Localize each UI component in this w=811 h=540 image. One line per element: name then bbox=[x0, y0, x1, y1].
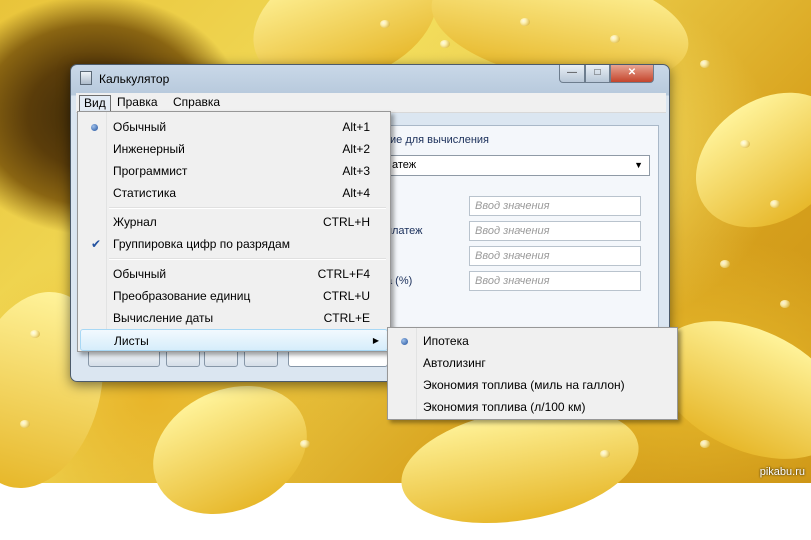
calculation-select-value: атеж bbox=[392, 159, 417, 171]
submenu-item-fuel-economy-l100km[interactable]: Экономия топлива (л/100 км) bbox=[390, 396, 675, 418]
water-drop bbox=[300, 440, 310, 448]
radio-dot-icon bbox=[91, 124, 98, 131]
checkmark-icon: ✔ bbox=[90, 237, 102, 251]
menu-item-label: Журнал bbox=[113, 215, 157, 229]
value-input[interactable]: Ввод значения bbox=[469, 271, 641, 291]
water-drop bbox=[770, 200, 780, 208]
petal bbox=[132, 361, 328, 539]
water-drop bbox=[700, 440, 710, 448]
menu-item-label: Ипотека bbox=[423, 334, 469, 348]
menu-item-shortcut: Alt+3 bbox=[342, 164, 370, 178]
menu-item-date-calculation[interactable]: Вычисление даты CTRL+E bbox=[80, 307, 388, 329]
menu-item-basic[interactable]: Обычный Alt+1 bbox=[80, 116, 388, 138]
watermark: pikabu.ru bbox=[759, 466, 805, 478]
menu-item-shortcut: Alt+2 bbox=[342, 142, 370, 156]
title-bar[interactable]: Калькулятор — □ ✕ bbox=[71, 65, 669, 91]
water-drop bbox=[20, 420, 30, 428]
water-drop bbox=[610, 35, 620, 43]
menu-item-digit-grouping[interactable]: ✔ Группировка цифр по разрядам bbox=[80, 233, 388, 255]
water-drop bbox=[740, 140, 750, 148]
menu-item-shortcut: Alt+4 bbox=[342, 186, 370, 200]
menu-item-label: Обычный bbox=[113, 120, 167, 134]
water-drop bbox=[720, 260, 730, 268]
calculator-icon bbox=[80, 71, 92, 85]
menu-item-shortcut: Alt+1 bbox=[342, 120, 370, 134]
menu-item-unit-conversion[interactable]: Преобразование единиц CTRL+U bbox=[80, 285, 388, 307]
menu-item-label: Преобразование единиц bbox=[113, 289, 251, 303]
dropdown-arrow-icon: ▼ bbox=[634, 160, 643, 170]
value-input[interactable]: Ввод значения bbox=[469, 196, 641, 216]
menu-item-worksheets[interactable]: Листы ▶ bbox=[80, 329, 388, 351]
radio-dot-icon bbox=[401, 338, 408, 345]
worksheet-panel: ие для вычисления атеж ▼ Ввод значения п… bbox=[382, 125, 659, 333]
menu-item-programmer[interactable]: Программист Alt+3 bbox=[80, 160, 388, 182]
water-drop bbox=[30, 330, 40, 338]
field-label: платеж bbox=[386, 225, 423, 237]
water-drop bbox=[700, 60, 710, 68]
menu-item-label: Обычный bbox=[113, 267, 167, 281]
menu-item-shortcut: CTRL+F4 bbox=[317, 267, 370, 281]
water-drop bbox=[780, 300, 790, 308]
petal bbox=[670, 64, 811, 256]
menu-item-scientific[interactable]: Инженерный Alt+2 bbox=[80, 138, 388, 160]
menu-item-history[interactable]: Журнал CTRL+H bbox=[80, 211, 388, 233]
menu-help[interactable]: Справка bbox=[169, 95, 224, 112]
menu-item-shortcut: CTRL+U bbox=[322, 289, 370, 303]
menu-item-shortcut: CTRL+E bbox=[323, 311, 370, 325]
value-input[interactable]: Ввод значения bbox=[469, 246, 641, 266]
menu-item-label: Инженерный bbox=[113, 142, 185, 156]
menu-item-label: Группировка цифр по разрядам bbox=[113, 237, 290, 251]
menu-view[interactable]: Вид bbox=[79, 95, 111, 112]
submenu-item-mortgage[interactable]: Ипотека bbox=[390, 330, 675, 352]
menu-item-label: Вычисление даты bbox=[113, 311, 214, 325]
window-title: Калькулятор bbox=[99, 72, 170, 86]
view-menu-dropdown: Обычный Alt+1 Инженерный Alt+2 Программи… bbox=[77, 111, 391, 352]
submenu-item-vehicle-lease[interactable]: Автолизинг bbox=[390, 352, 675, 374]
menu-separator bbox=[109, 258, 386, 260]
water-drop bbox=[440, 40, 450, 48]
minimize-button[interactable]: — bbox=[559, 65, 585, 83]
panel-title: ие для вычисления bbox=[390, 134, 490, 146]
menu-item-label: Экономия топлива (миль на галлон) bbox=[423, 378, 625, 392]
menu-item-label: Программист bbox=[113, 164, 188, 178]
submenu-arrow-icon: ▶ bbox=[372, 336, 379, 345]
water-drop bbox=[380, 20, 390, 28]
value-input[interactable]: Ввод значения bbox=[469, 221, 641, 241]
menu-item-label: Статистика bbox=[113, 186, 177, 200]
menu-item-label: Автолизинг bbox=[423, 356, 486, 370]
menu-separator bbox=[109, 207, 386, 209]
menu-bar: Вид Правка Справка bbox=[76, 93, 666, 113]
calculation-select[interactable]: атеж ▼ bbox=[386, 155, 650, 176]
menu-item-standard[interactable]: Обычный CTRL+F4 bbox=[80, 263, 388, 285]
close-button[interactable]: ✕ bbox=[610, 65, 654, 83]
menu-item-label: Листы bbox=[114, 334, 149, 348]
maximize-button[interactable]: □ bbox=[585, 65, 610, 83]
water-drop bbox=[520, 18, 530, 26]
worksheets-submenu: Ипотека Автолизинг Экономия топлива (мил… bbox=[387, 327, 678, 420]
menu-edit[interactable]: Правка bbox=[113, 95, 162, 112]
menu-item-statistics[interactable]: Статистика Alt+4 bbox=[80, 182, 388, 204]
water-drop bbox=[600, 450, 610, 458]
menu-item-shortcut: CTRL+H bbox=[322, 215, 370, 229]
submenu-item-fuel-economy-mpg[interactable]: Экономия топлива (миль на галлон) bbox=[390, 374, 675, 396]
menu-item-label: Экономия топлива (л/100 км) bbox=[423, 400, 586, 414]
